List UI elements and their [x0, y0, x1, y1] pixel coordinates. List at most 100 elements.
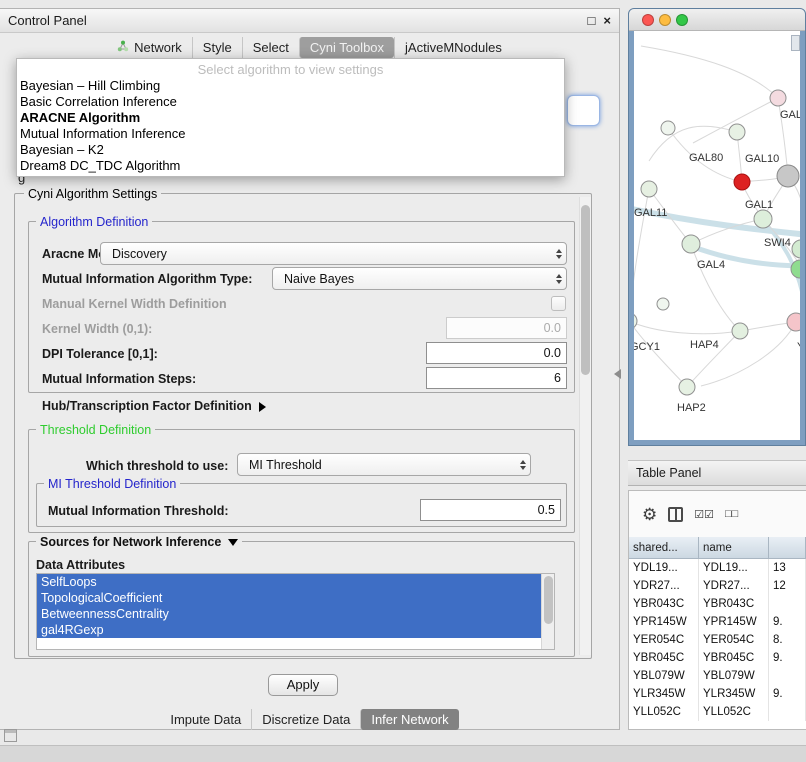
algorithm-option[interactable]: Dream8 DC_TDC Algorithm — [17, 158, 564, 174]
mi-algorithm-type-value: Naive Bayes — [284, 272, 354, 286]
dpi-tolerance-input[interactable]: 0.0 — [426, 342, 567, 364]
table-cell: 12 — [769, 577, 806, 595]
sources-group-toggle[interactable]: Sources for Network Inference — [36, 535, 242, 549]
columns-icon[interactable] — [668, 507, 683, 522]
bottom-tab-impute-data[interactable]: Impute Data — [160, 709, 251, 730]
panel-toggle-icon[interactable] — [4, 729, 17, 742]
table-cell: YDR27... — [699, 577, 769, 595]
node-label: GCY1 — [634, 341, 660, 353]
network-node[interactable] — [641, 181, 657, 197]
bottom-panel-strip — [0, 745, 806, 762]
data-attribute-item[interactable]: TopologicalCoefficient — [37, 590, 541, 606]
node-label: HAP4 — [690, 339, 719, 351]
birdseye-toggle-icon[interactable] — [791, 35, 800, 51]
network-node[interactable] — [682, 235, 700, 253]
list-scrollbar-thumb[interactable] — [544, 576, 553, 624]
table-toolbar: ⚙ ☑☑ □□ — [629, 491, 806, 537]
tab-style[interactable]: Style — [192, 37, 242, 58]
network-node[interactable] — [634, 313, 637, 329]
close-traffic-light-icon[interactable] — [642, 14, 654, 26]
kernel-width-input[interactable]: 0.0 — [446, 317, 567, 339]
bottom-tab-infer-network[interactable]: Infer Network — [360, 709, 458, 730]
table-row[interactable]: YBR043CYBR043C — [629, 595, 806, 613]
node-label: GAL1 — [745, 199, 773, 211]
node-label: GAL80 — [689, 152, 723, 164]
split-collapse-icon[interactable] — [614, 369, 621, 379]
data-attributes-list[interactable]: SelfLoopsTopologicalCoefficientBetweenne… — [36, 573, 555, 650]
table-row[interactable]: YBR045CYBR045C9. — [629, 649, 806, 667]
which-threshold-select[interactable]: MI Threshold — [237, 453, 531, 476]
node-label: Y — [797, 341, 800, 353]
network-node[interactable] — [661, 121, 675, 135]
close-icon[interactable]: × — [603, 14, 611, 28]
select-all-icon[interactable]: ☑☑ — [694, 508, 714, 521]
table-row[interactable]: YDL19...YDL19...13 — [629, 559, 806, 577]
mi-steps-label: Mutual Information Steps: — [42, 372, 196, 386]
algorithm-option[interactable]: Bayesian – K2 — [17, 142, 564, 158]
gear-icon[interactable]: ⚙ — [642, 506, 657, 523]
column-header[interactable]: shared... — [629, 537, 699, 559]
table-cell: YBR045C — [699, 649, 769, 667]
algorithm-option[interactable]: ARACNE Algorithm — [17, 110, 564, 126]
network-node[interactable] — [734, 174, 750, 190]
table-cell: YER054C — [629, 631, 699, 649]
table-row[interactable]: YLL052CYLL052C — [629, 703, 806, 721]
mi-threshold-input[interactable]: 0.5 — [420, 499, 561, 521]
bottom-tab-discretize-data[interactable]: Discretize Data — [251, 709, 360, 730]
network-node[interactable] — [770, 90, 786, 106]
table-row[interactable]: YDR27...YDR27...12 — [629, 577, 806, 595]
sources-group-title: Sources for Network Inference — [40, 535, 221, 549]
minimize-traffic-light-icon[interactable] — [659, 14, 671, 26]
settings-scrollbar[interactable] — [579, 197, 591, 655]
table-row[interactable]: YLR345WYLR345W9. — [629, 685, 806, 703]
deselect-all-icon[interactable]: □□ — [725, 508, 738, 520]
network-canvas[interactable]: GALGAL80GAL10GAL11GAL1SWI4GAL4GCY1HAP4YH… — [634, 31, 800, 440]
table-row[interactable]: YBL079WYBL079W — [629, 667, 806, 685]
data-attribute-item[interactable]: gal4RGexp — [37, 622, 541, 638]
data-attribute-item[interactable]: SelfLoops — [37, 574, 541, 590]
tab-select[interactable]: Select — [242, 37, 299, 58]
network-edge[interactable] — [634, 321, 687, 387]
table-cell: YDL19... — [699, 559, 769, 577]
network-node[interactable] — [729, 124, 745, 140]
kernel-width-label: Kernel Width (0,1): — [42, 322, 152, 336]
mi-steps-input[interactable]: 6 — [426, 367, 567, 389]
mi-threshold-label: Mutual Information Threshold: — [48, 504, 229, 518]
aracne-mode-select[interactable]: Discovery — [100, 242, 567, 265]
apply-button[interactable]: Apply — [268, 674, 338, 696]
table-cell: YLL052C — [699, 703, 769, 721]
network-edge[interactable] — [634, 321, 740, 334]
tab-network[interactable]: Network — [107, 37, 192, 58]
table-row[interactable]: YPR145WYPR145W9. — [629, 613, 806, 631]
mi-algorithm-type-select[interactable]: Naive Bayes — [272, 267, 567, 290]
zoom-traffic-light-icon[interactable] — [676, 14, 688, 26]
table-row[interactable]: YER054CYER054C8. — [629, 631, 806, 649]
tab-jactivemnodules[interactable]: jActiveMNodules — [394, 37, 512, 58]
manual-kernel-width-checkbox[interactable] — [551, 296, 566, 311]
chevron-right-icon — [259, 402, 266, 412]
network-node[interactable] — [777, 165, 799, 187]
tab-cyni-toolbox[interactable]: Cyni Toolbox — [299, 37, 394, 58]
column-header[interactable]: name — [699, 537, 769, 559]
network-node[interactable] — [732, 323, 748, 339]
data-attributes-label: Data Attributes — [36, 558, 125, 572]
network-node[interactable] — [679, 379, 695, 395]
algorithm-option[interactable]: Mutual Information Inference — [17, 126, 564, 142]
settings-scrollbar-thumb[interactable] — [581, 205, 590, 375]
algorithm-option[interactable]: Basic Correlation Inference — [17, 94, 564, 110]
hub-tf-definition-toggle[interactable]: Hub/Transcription Factor Definition — [42, 399, 266, 413]
list-scrollbar[interactable] — [541, 574, 554, 649]
background-focused-field[interactable] — [567, 95, 600, 126]
data-attribute-item[interactable]: BetweennessCentrality — [37, 606, 541, 622]
network-node[interactable] — [657, 298, 669, 310]
network-edge[interactable] — [701, 322, 796, 386]
column-header[interactable] — [769, 537, 806, 559]
algorithm-option[interactable]: Bayesian – Hill Climbing — [17, 78, 564, 94]
table-cell: 8. — [769, 631, 806, 649]
network-node[interactable] — [754, 210, 772, 228]
table-cell — [769, 703, 806, 721]
network-node[interactable] — [787, 313, 800, 331]
float-window-icon[interactable]: □ — [588, 13, 596, 28]
select-arrows-icon — [520, 460, 526, 470]
network-edge[interactable] — [641, 46, 778, 98]
